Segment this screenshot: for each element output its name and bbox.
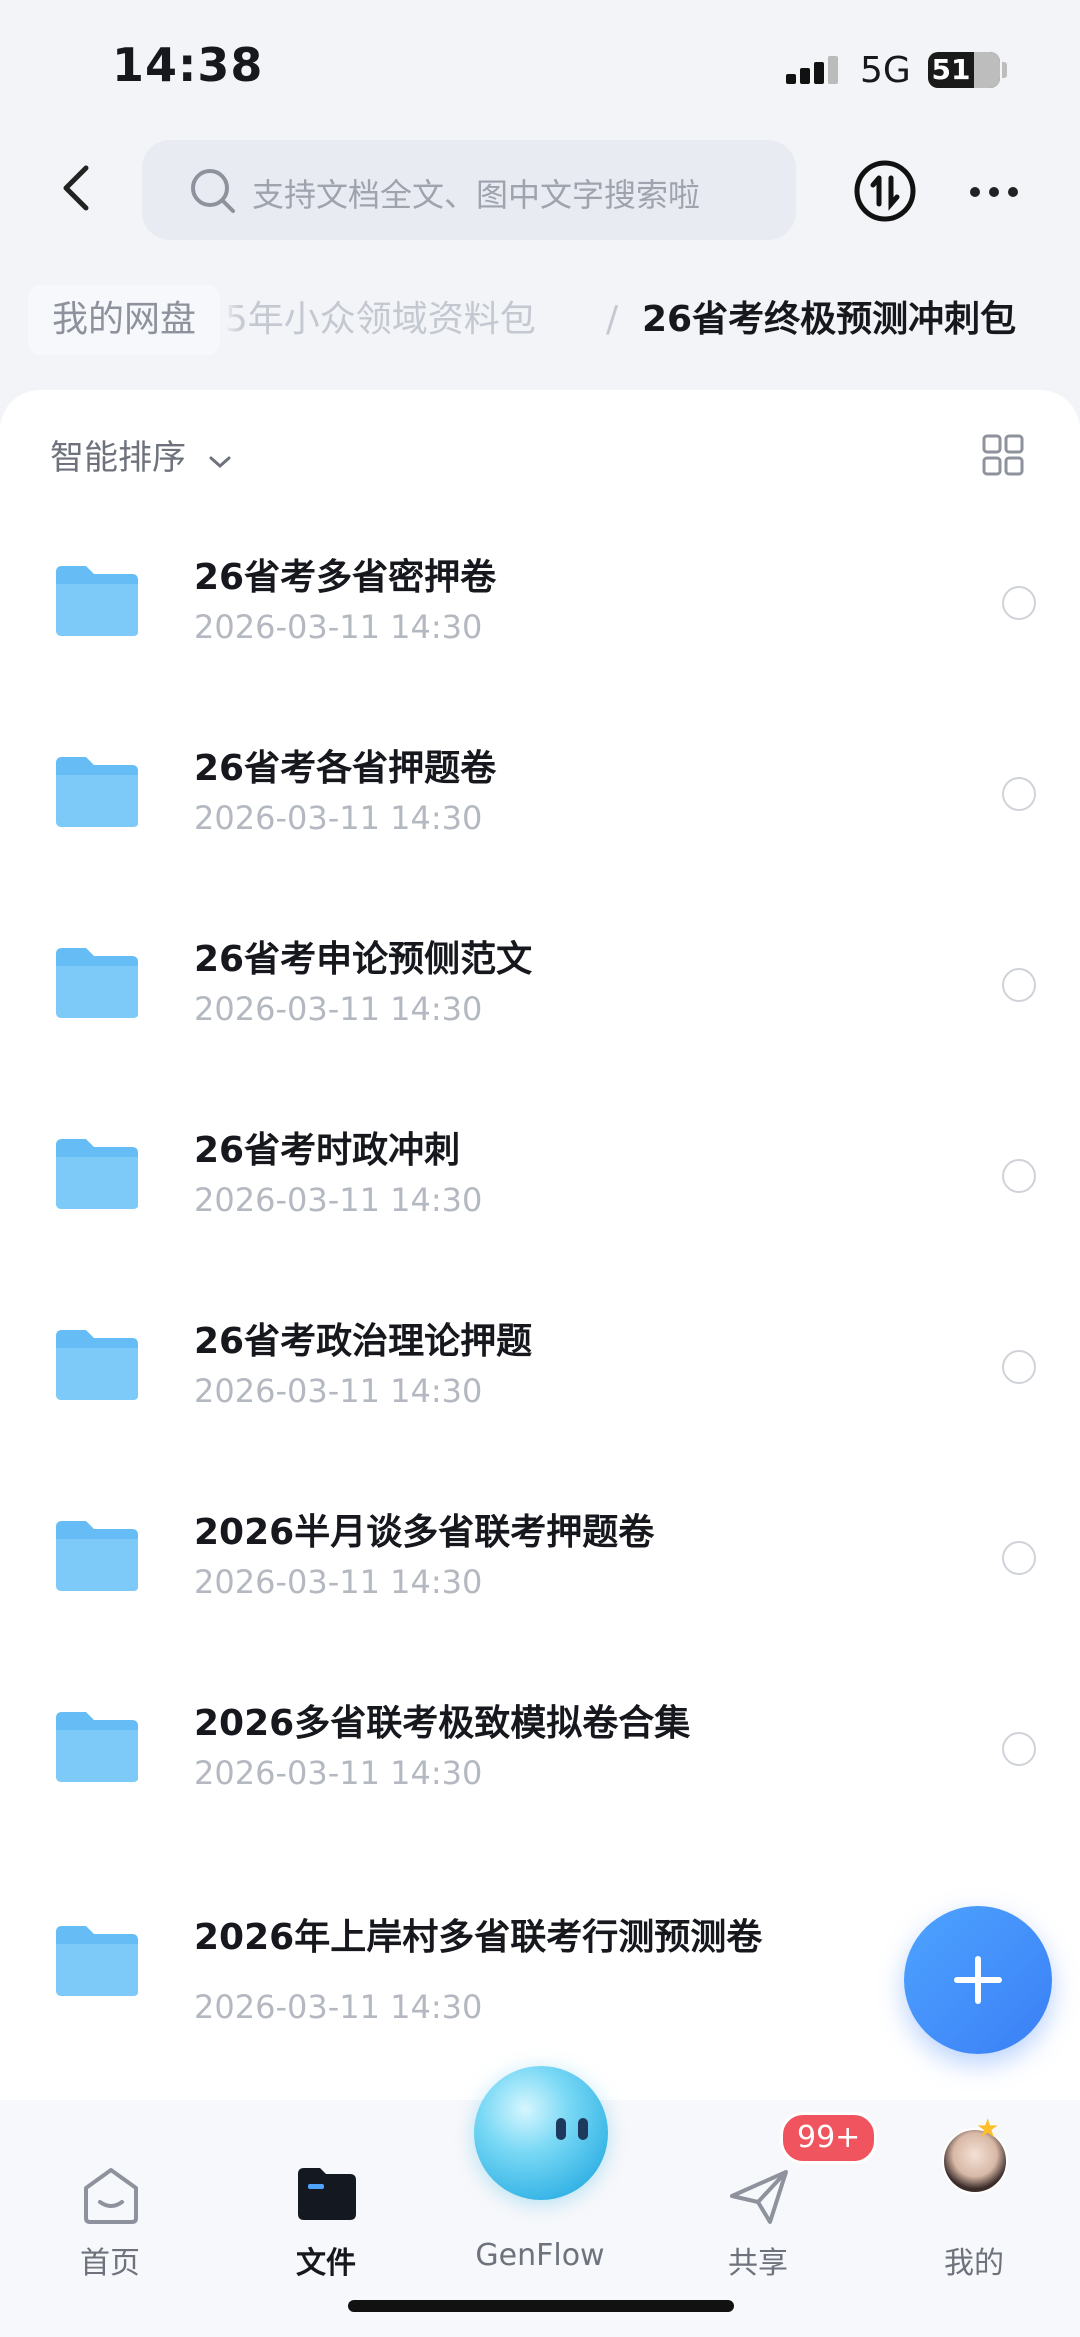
file-list-panel: 智能排序 26省考多省密押卷 2026-03-11 14:30 26省考各省押题… — [0, 390, 1080, 2100]
breadcrumb-separator: / — [606, 299, 619, 340]
breadcrumb-parent[interactable]: 25年小众领域资料包 — [202, 285, 536, 355]
battery-icon: 51 — [928, 52, 1000, 88]
breadcrumb-current: 26省考终极预测冲刺包 — [642, 299, 1017, 340]
select-checkbox[interactable] — [1002, 1350, 1036, 1384]
home-indicator — [348, 2300, 734, 2312]
file-name: 26省考政治理论押题 — [194, 1321, 533, 1362]
genflow-icon[interactable] — [474, 2066, 608, 2200]
file-name: 26省考申论预侧范文 — [194, 939, 533, 980]
list-item[interactable]: 2026多省联考极致模拟卷合集 2026-03-11 14:30 — [0, 1676, 1080, 1856]
transfer-icon[interactable] — [852, 158, 918, 228]
tab-me-label: 我的 — [944, 2246, 1004, 2281]
folder-icon — [52, 1708, 142, 1788]
file-date: 2026-03-11 14:30 — [194, 990, 483, 1028]
file-name: 26省考各省押题卷 — [194, 748, 497, 789]
share-icon — [728, 2166, 790, 2230]
list-item[interactable]: 26省考政治理论押题 2026-03-11 14:30 — [0, 1294, 1080, 1474]
select-checkbox[interactable] — [1002, 1541, 1036, 1575]
tab-home-label: 首页 — [80, 2246, 140, 2281]
file-date: 2026-03-11 14:30 — [194, 799, 483, 837]
select-checkbox[interactable] — [1002, 777, 1036, 811]
folder-nav-icon — [296, 2166, 358, 2226]
sort-label: 智能排序 — [50, 438, 186, 478]
file-name: 26省考多省密押卷 — [194, 557, 497, 598]
file-name: 2026年上岸村多省联考行测预测卷 — [194, 1917, 763, 1958]
select-checkbox[interactable] — [1002, 1159, 1036, 1193]
search-icon — [188, 166, 238, 220]
tab-share-label: 共享 — [728, 2246, 788, 2281]
chevron-down-icon — [207, 440, 233, 480]
folder-icon — [52, 562, 142, 642]
list-item[interactable]: 26省考时政冲刺 2026-03-11 14:30 — [0, 1103, 1080, 1283]
status-time: 14:38 — [112, 38, 264, 92]
breadcrumb: 我的网盘 25年小众领域资料包 / 26省考终极预测冲刺包 — [0, 285, 1080, 360]
tab-files-label: 文件 — [296, 2246, 356, 2281]
folder-icon — [52, 1326, 142, 1406]
list-item[interactable]: 26省考多省密押卷 2026-03-11 14:30 — [0, 530, 1080, 710]
file-date: 2026-03-11 14:30 — [194, 1754, 483, 1792]
select-checkbox[interactable] — [1002, 1732, 1036, 1766]
crown-icon: ★ — [976, 2114, 1000, 2144]
folder-icon — [52, 1135, 142, 1215]
folder-icon — [52, 944, 142, 1024]
file-date: 2026-03-11 14:30 — [194, 608, 483, 646]
file-date: 2026-03-11 14:30 — [194, 1563, 483, 1601]
file-date: 2026-03-11 14:30 — [194, 1988, 483, 2026]
select-checkbox[interactable] — [1002, 586, 1036, 620]
breadcrumb-root[interactable]: 我的网盘 — [28, 285, 221, 355]
file-date: 2026-03-11 14:30 — [194, 1181, 483, 1219]
add-button[interactable] — [904, 1906, 1052, 2054]
battery-level: 51 — [931, 53, 971, 86]
status-bar: 14:38 5G 51 — [0, 0, 1080, 130]
share-badge: 99+ — [780, 2112, 878, 2164]
back-arrow-icon[interactable] — [52, 160, 102, 216]
more-icon[interactable] — [970, 182, 1027, 201]
search-placeholder: 支持文档全文、图中文字搜索啦 — [252, 176, 701, 214]
list-item[interactable]: 26省考申论预侧范文 2026-03-11 14:30 — [0, 912, 1080, 1092]
tab-genflow-label: GenFlow — [475, 2238, 605, 2273]
grid-view-icon[interactable] — [982, 434, 1024, 480]
search-input[interactable]: 支持文档全文、图中文字搜索啦 — [142, 140, 796, 240]
list-item[interactable]: 26省考各省押题卷 2026-03-11 14:30 — [0, 721, 1080, 901]
folder-icon — [52, 1922, 142, 2002]
file-name: 2026多省联考极致模拟卷合集 — [194, 1703, 691, 1744]
file-name: 26省考时政冲刺 — [194, 1130, 461, 1171]
list-item[interactable]: 2026半月谈多省联考押题卷 2026-03-11 14:30 — [0, 1485, 1080, 1665]
file-name: 2026半月谈多省联考押题卷 — [194, 1512, 655, 1553]
network-type: 5G — [860, 50, 911, 91]
file-date: 2026-03-11 14:30 — [194, 1372, 483, 1410]
sort-dropdown[interactable]: 智能排序 — [50, 430, 233, 480]
select-checkbox[interactable] — [1002, 968, 1036, 1002]
home-icon — [80, 2166, 142, 2230]
folder-icon — [52, 753, 142, 833]
folder-icon — [52, 1517, 142, 1597]
